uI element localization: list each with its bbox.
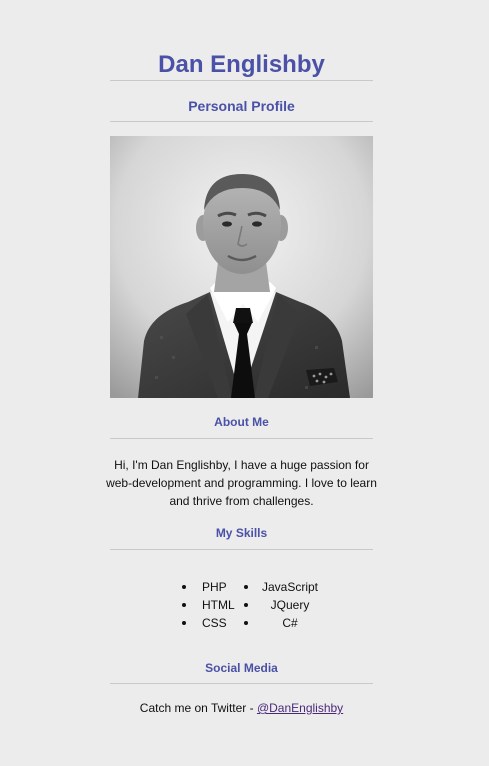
skill-item: JQuery	[242, 596, 324, 614]
skill-item: PHP	[180, 578, 244, 596]
skills-column-1: PHP HTML CSS	[180, 578, 244, 632]
about-title: About Me	[214, 415, 269, 429]
twitter-link[interactable]: @DanEnglishby	[257, 701, 343, 715]
divider	[110, 121, 373, 122]
skill-item: CSS	[180, 614, 244, 632]
divider	[110, 438, 373, 439]
divider	[110, 549, 373, 550]
social-prefix: Catch me on Twitter -	[139, 701, 257, 715]
profile-name: Dan Englishby	[158, 51, 325, 78]
profile-page: Dan Englishby Personal Profile About Me …	[0, 0, 489, 766]
skills-column-2: JavaScript JQuery C#	[242, 578, 324, 632]
skill-item: JavaScript	[242, 578, 324, 596]
about-text: Hi, I'm Dan Englishby, I have a huge pas…	[106, 458, 377, 508]
skills-title: My Skills	[215, 526, 268, 540]
skills-list: PHP HTML CSS JavaScript JQuery C#	[180, 578, 330, 634]
page-subtitle: Personal Profile	[188, 98, 295, 114]
skill-item: HTML	[180, 596, 244, 614]
social-title: Social Media	[205, 661, 278, 675]
divider	[110, 80, 373, 81]
social-text: Catch me on Twitter - @DanEnglishby	[100, 699, 383, 717]
profile-photo	[110, 136, 373, 398]
divider	[110, 683, 373, 684]
skill-item: C#	[242, 614, 324, 632]
